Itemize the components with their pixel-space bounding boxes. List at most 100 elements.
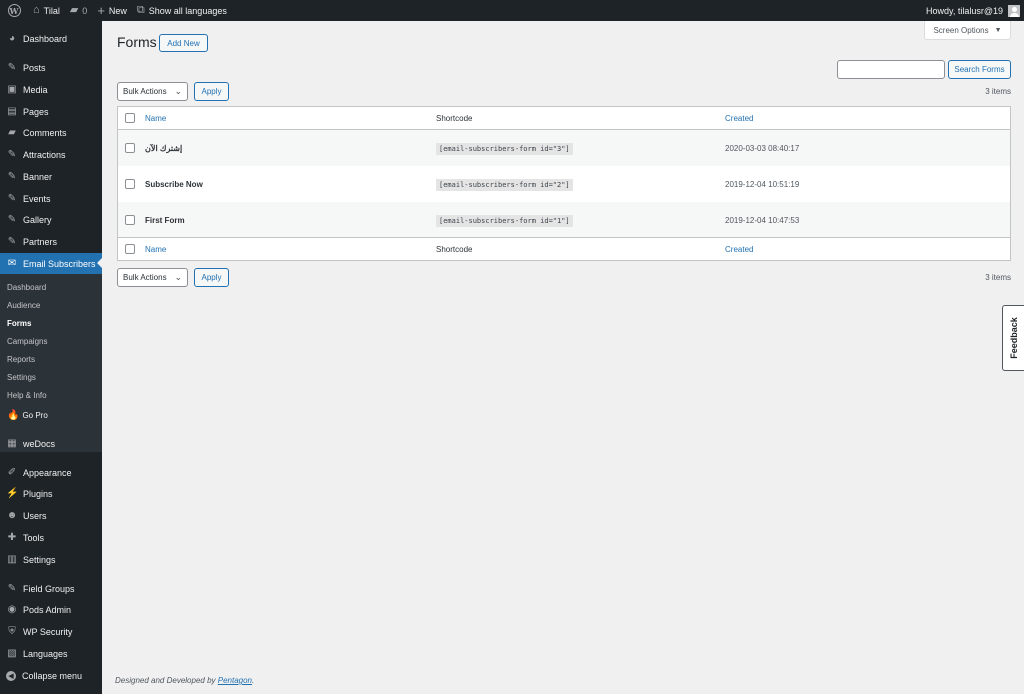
pin-icon: ✎	[7, 148, 17, 160]
email-subscribers-submenu: Dashboard Audience Forms Campaigns Reports Se…	[0, 274, 102, 452]
submenu-item-go-pro[interactable]: 🔥 Go Pro	[7, 410, 48, 421]
sidebar-item-wedocs[interactable]: ▦ weDocs	[0, 433, 102, 454]
sidebar-item-plugins[interactable]: ⚡ Plugins	[0, 483, 102, 504]
wordpress-logo-button[interactable]: W	[0, 0, 28, 21]
select-all-checkbox-bottom[interactable]	[125, 244, 135, 254]
wordpress-icon: W	[7, 4, 21, 17]
footer-text: Designed and Developed by	[115, 676, 218, 685]
sidebar-item-wp-security[interactable]: ⛨ WP Security	[0, 621, 102, 642]
sidebar-item-users[interactable]: ☻ Users	[0, 505, 102, 526]
row-checkbox[interactable]	[125, 179, 135, 189]
new-content-link[interactable]: + New	[92, 0, 132, 21]
comment-icon: ▰	[69, 4, 79, 16]
name-column-footer[interactable]: Name	[145, 245, 166, 254]
submenu-item-label: Reports	[7, 355, 36, 364]
page-title: Forms	[117, 34, 157, 50]
sidebar-item-languages[interactable]: ▧ Languages	[0, 643, 102, 664]
users-icon: ☻	[6, 509, 18, 521]
add-new-button[interactable]: Add New	[159, 34, 208, 52]
screen-options-button[interactable]: Screen Options ▼	[924, 21, 1011, 40]
sidebar-item-tools[interactable]: ✚ Tools	[0, 527, 102, 548]
sidebar-item-events[interactable]: ✎ Events	[0, 188, 102, 209]
sidebar-item-label: Events	[23, 193, 51, 204]
submenu-item-settings[interactable]: Settings	[7, 373, 36, 382]
pages-icon: ▤	[7, 105, 17, 117]
site-name-link[interactable]: ⌂ Tilal	[28, 0, 65, 21]
created-column-footer[interactable]: Created	[725, 245, 753, 254]
sidebar-item-appearance[interactable]: ✐ Appearance	[0, 462, 102, 483]
submenu-item-audience[interactable]: Audience	[7, 301, 40, 310]
sidebar-item-label: Partners	[23, 236, 58, 247]
sidebar-item-label: weDocs	[23, 438, 56, 449]
bulk-actions-label: Bulk Actions	[123, 87, 167, 96]
table-row: First Form [email-subscribers-form id="1…	[118, 202, 1010, 238]
tools-icon: ✚	[7, 531, 17, 543]
submenu-item-campaigns[interactable]: Campaigns	[7, 337, 47, 346]
submenu-item-dashboard[interactable]: Dashboard	[7, 283, 46, 292]
mail-icon: ✉	[7, 257, 17, 269]
row-checkbox[interactable]	[125, 143, 135, 153]
my-account-link[interactable]: Howdy, tilalusr@19	[921, 0, 1024, 21]
site-name: Tilal	[43, 5, 60, 16]
form-name[interactable]: First Form	[145, 216, 185, 225]
sidebar-item-pages[interactable]: ▤ Pages	[0, 101, 102, 122]
pin-icon: ✎	[7, 213, 17, 225]
sidebar-item-comments[interactable]: ▰ Comments	[0, 122, 102, 143]
feedback-tab[interactable]: Feedback	[1002, 305, 1024, 371]
sidebar-item-settings[interactable]: ▥ Settings	[0, 549, 102, 570]
bulk-actions-select-top[interactable]: Bulk Actions ⌄	[117, 82, 188, 101]
plus-icon: +	[97, 3, 105, 18]
bulk-actions-label: Bulk Actions	[123, 273, 167, 282]
sidebar-item-partners[interactable]: ✎ Partners	[0, 231, 102, 252]
submenu-item-forms[interactable]: Forms	[7, 319, 31, 328]
search-forms-button[interactable]: Search Forms	[948, 60, 1011, 79]
sidebar-item-posts[interactable]: ✎ Posts	[0, 57, 102, 78]
row-checkbox[interactable]	[125, 215, 135, 225]
admin-bar: W ⌂ Tilal ▰ 0 + New ⧉ Show all languages…	[0, 0, 1024, 21]
collapse-icon: ◀	[6, 670, 16, 681]
sidebar-item-gallery[interactable]: ✎ Gallery	[0, 209, 102, 230]
forms-table: Name Shortcode Created إشترك الآن [email…	[117, 106, 1011, 261]
submenu-item-label: Campaigns	[7, 337, 48, 346]
sidebar-item-field-groups[interactable]: ✎ Field Groups	[0, 578, 102, 599]
submenu-item-label: Forms	[7, 319, 32, 328]
apply-button-bottom[interactable]: Apply	[194, 268, 229, 287]
sidebar-item-label: Settings	[23, 554, 56, 565]
comment-count: 0	[82, 5, 88, 16]
submenu-item-label: Help & Info	[7, 391, 47, 400]
sidebar-item-label: Posts	[23, 62, 46, 73]
shortcode-column-header: Shortcode	[436, 113, 473, 123]
sidebar-item-banner[interactable]: ✎ Banner	[0, 166, 102, 187]
sidebar-item-label: Attractions	[23, 149, 66, 160]
form-created-date: 2020-03-03 08:40:17	[725, 143, 800, 153]
form-name[interactable]: إشترك الآن	[145, 144, 182, 153]
name-column-header[interactable]: Name	[145, 114, 166, 123]
select-all-checkbox[interactable]	[125, 113, 135, 123]
search-input[interactable]	[837, 60, 945, 79]
translate-icon: ⧉	[136, 4, 145, 16]
form-created-date: 2019-12-04 10:51:19	[725, 179, 800, 189]
sidebar-item-collapse-menu[interactable]: ◀ Collapse menu	[0, 665, 102, 686]
sidebar-item-label: Tools	[23, 532, 45, 543]
pin-icon: ✎	[7, 235, 17, 247]
languages-link[interactable]: ⧉ Show all languages	[132, 0, 232, 21]
table-footer: Name Shortcode Created	[118, 237, 1010, 260]
comments-link[interactable]: ▰ 0	[65, 0, 92, 21]
submenu-item-reports[interactable]: Reports	[7, 355, 35, 364]
footer-link[interactable]: Pentagon	[218, 676, 252, 685]
submenu-item-label: Dashboard	[7, 283, 47, 292]
form-name[interactable]: Subscribe Now	[145, 180, 203, 189]
flame-icon: 🔥	[7, 410, 20, 421]
sidebar-item-dashboard[interactable]: ◕ Dashboard	[0, 28, 102, 49]
screen-options-label: Screen Options	[933, 25, 989, 35]
sidebar-item-media[interactable]: ▣ Media	[0, 79, 102, 100]
bulk-actions-select-bottom[interactable]: Bulk Actions ⌄	[117, 268, 188, 287]
created-column-header[interactable]: Created	[725, 114, 753, 123]
apply-button-top[interactable]: Apply	[194, 82, 229, 101]
plugin-icon: ⚡	[6, 487, 19, 499]
sidebar-item-pods-admin[interactable]: ◉ Pods Admin	[0, 599, 102, 620]
submenu-item-help-info[interactable]: Help & Info	[7, 391, 47, 400]
sidebar-item-attractions[interactable]: ✎ Attractions	[0, 144, 102, 165]
sidebar-item-email-subscribers[interactable]: ✉ Email Subscribers	[0, 253, 102, 274]
sidebar-item-label: Gallery	[23, 214, 52, 225]
